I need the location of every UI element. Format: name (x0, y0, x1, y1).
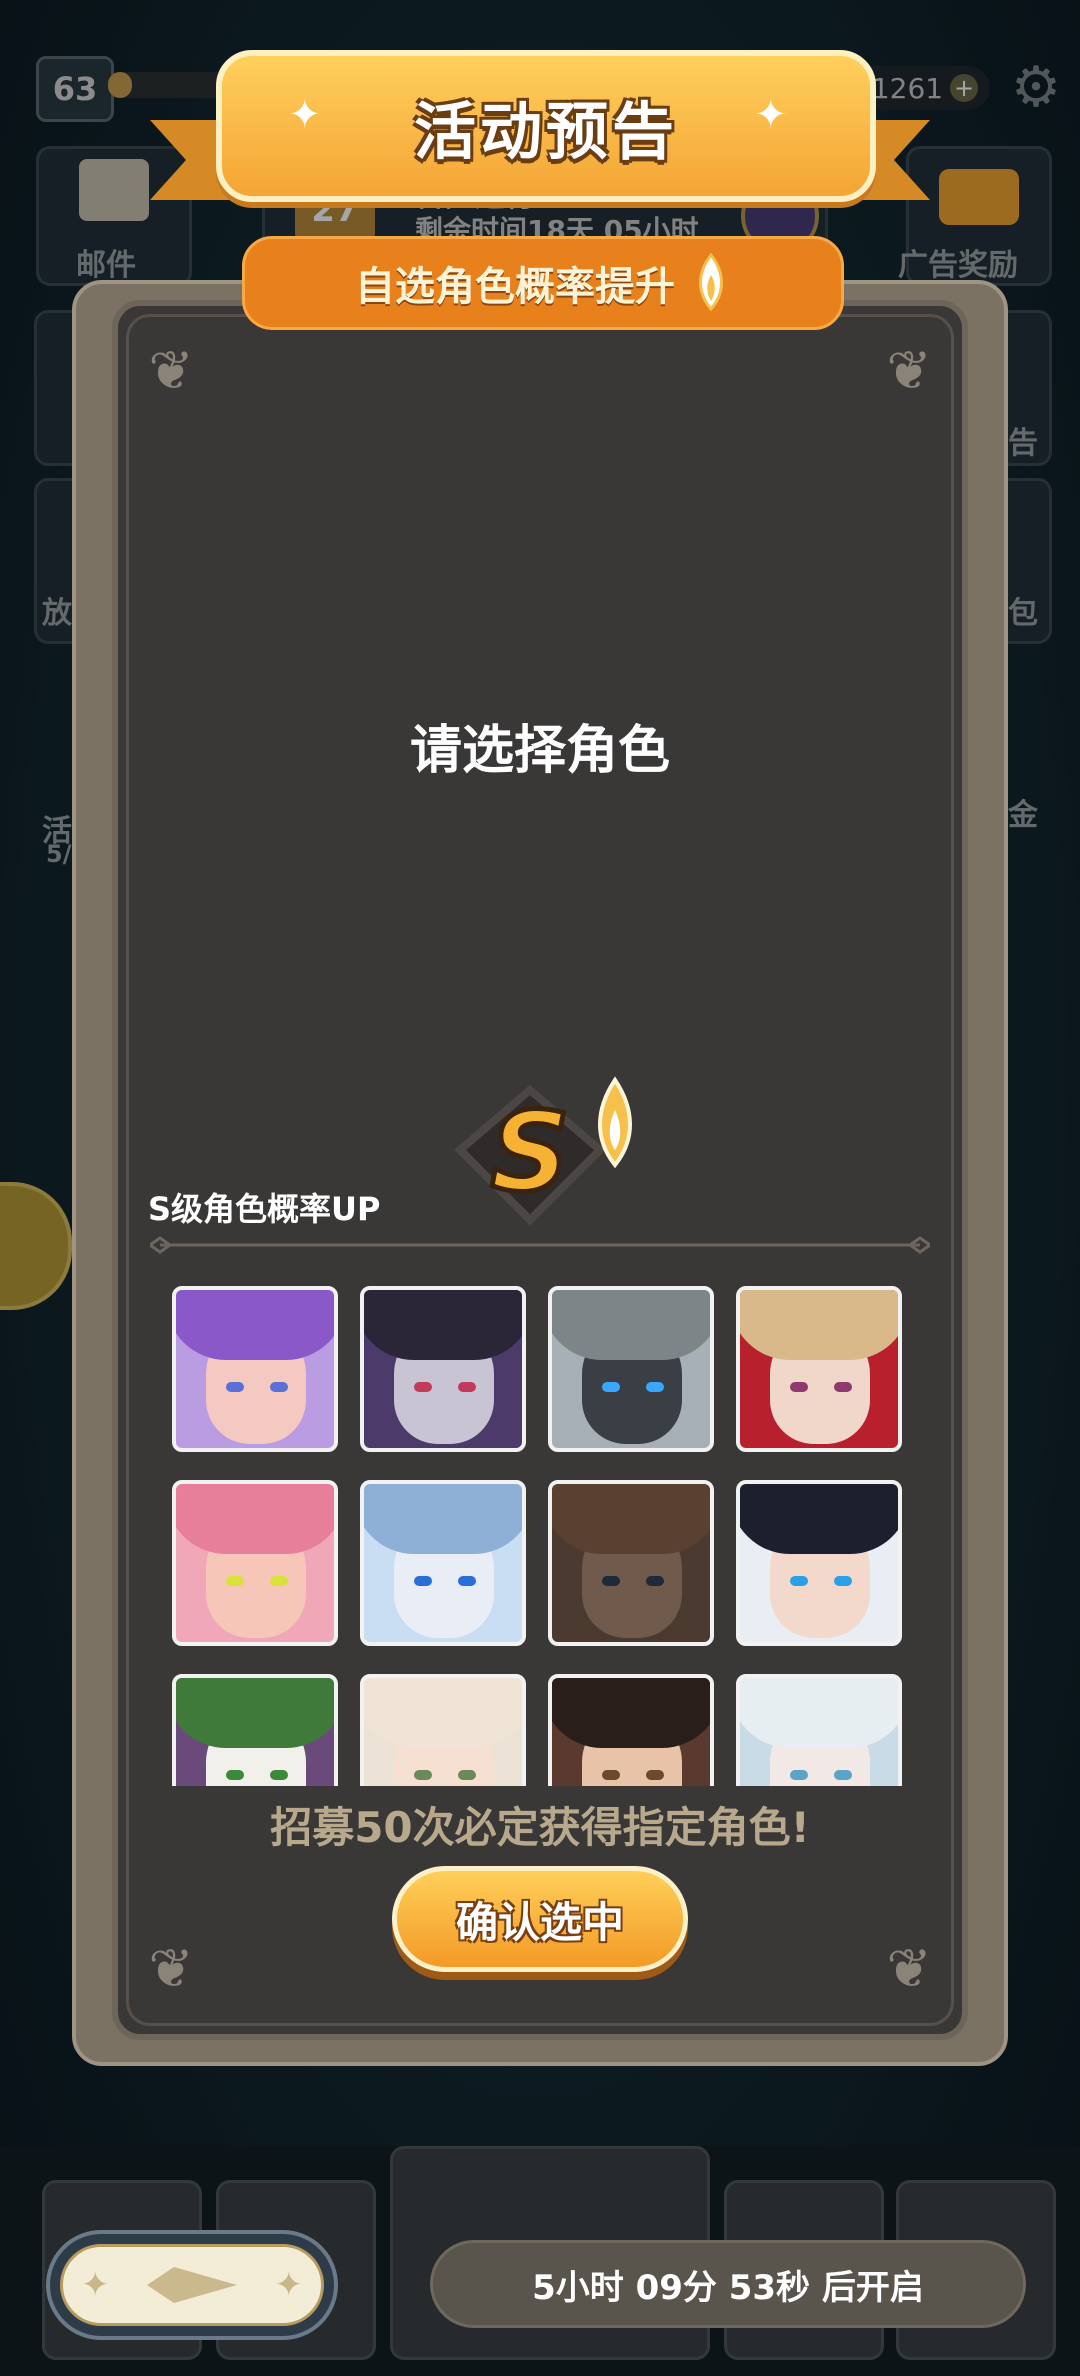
character-eye (458, 1770, 476, 1780)
countdown-timer: 5小时 09分 53秒 后开启 (430, 2240, 1026, 2328)
corner-ornament-bottom-right: ❦ (886, 1937, 932, 2000)
subtitle-banner: 自选角色概率提升 (242, 236, 844, 330)
confirm-selection-label: 确认选中 (455, 1897, 624, 1947)
sparkle-icon: ✦ (81, 2265, 110, 2305)
s-badge-letter: S (490, 1088, 569, 1216)
event-gem-button-inner: ✦ ✦ (60, 2244, 324, 2326)
character-eye (602, 1382, 620, 1392)
character-hair (364, 1484, 522, 1554)
character-hair (740, 1290, 898, 1360)
character-portrait[interactable] (736, 1480, 902, 1646)
character-eye (602, 1576, 620, 1586)
character-portrait[interactable] (360, 1674, 526, 1786)
character-portrait[interactable] (172, 1480, 338, 1646)
character-eye (270, 1576, 288, 1586)
character-eye (226, 1576, 244, 1586)
banner-title: 活动预告 (413, 95, 678, 168)
character-eye (270, 1770, 288, 1780)
character-hair (176, 1484, 334, 1554)
character-eye (834, 1770, 852, 1780)
s-rank-rate-up-label: S级角色概率UP (148, 1190, 381, 1228)
character-eye (226, 1382, 244, 1392)
character-eye (646, 1382, 664, 1392)
s-rank-badge: S (454, 1076, 632, 1226)
corner-ornament-top-left: ❦ (148, 339, 194, 402)
character-eye (790, 1382, 808, 1392)
corner-ornament-top-right: ❦ (886, 339, 932, 402)
rocket-icon (598, 1076, 632, 1169)
character-eye (226, 1770, 244, 1780)
character-eye (458, 1382, 476, 1392)
character-eye (790, 1576, 808, 1586)
character-hair (552, 1678, 710, 1748)
character-portrait[interactable] (172, 1674, 338, 1786)
character-eye (270, 1382, 288, 1392)
character-eye (414, 1576, 432, 1586)
character-eye (602, 1770, 620, 1780)
character-portrait[interactable] (360, 1286, 526, 1452)
confirm-selection-button[interactable]: 确认选中 (392, 1866, 688, 1972)
character-eye (790, 1770, 808, 1780)
character-eye (458, 1576, 476, 1586)
character-portrait[interactable] (548, 1480, 714, 1646)
character-hair (740, 1484, 898, 1554)
event-banner: 活动预告 ✦ ✦ (150, 40, 930, 250)
select-character-prompt: 请选择角色 (409, 721, 670, 781)
sparkle-icon: ✦ (274, 2265, 304, 2305)
character-hair (552, 1290, 710, 1360)
sparkle-icon: ✦ (754, 92, 788, 138)
character-eye (414, 1770, 432, 1780)
character-eye (834, 1382, 852, 1392)
pity-guarantee-text: 招募50次必定获得指定角色! (270, 1803, 810, 1852)
gem-icon (147, 2267, 237, 2303)
character-eye (414, 1382, 432, 1392)
character-hair (552, 1484, 710, 1554)
character-hair (364, 1290, 522, 1360)
character-eye (646, 1576, 664, 1586)
character-portrait[interactable] (360, 1480, 526, 1646)
character-hair (176, 1290, 334, 1360)
character-portrait[interactable] (172, 1286, 338, 1452)
banner-subtitle: 自选角色概率提升 (355, 264, 675, 310)
character-grid[interactable] (172, 1286, 912, 1786)
character-hair (176, 1678, 334, 1748)
character-portrait[interactable] (548, 1286, 714, 1452)
corner-ornament-bottom-left: ❦ (148, 1937, 194, 2000)
event-gem-button[interactable]: ✦ ✦ (46, 2230, 338, 2340)
countdown-text: 5小时 09分 53秒 后开启 (532, 2267, 924, 2308)
character-hair (740, 1678, 898, 1748)
character-portrait[interactable] (548, 1674, 714, 1786)
character-eye (646, 1770, 664, 1780)
sparkle-icon: ✦ (288, 92, 322, 138)
character-hair (364, 1678, 522, 1748)
character-portrait[interactable] (736, 1286, 902, 1452)
character-portrait[interactable] (736, 1674, 902, 1786)
character-eye (834, 1576, 852, 1586)
rocket-icon (699, 253, 723, 312)
section-divider (150, 1236, 930, 1254)
